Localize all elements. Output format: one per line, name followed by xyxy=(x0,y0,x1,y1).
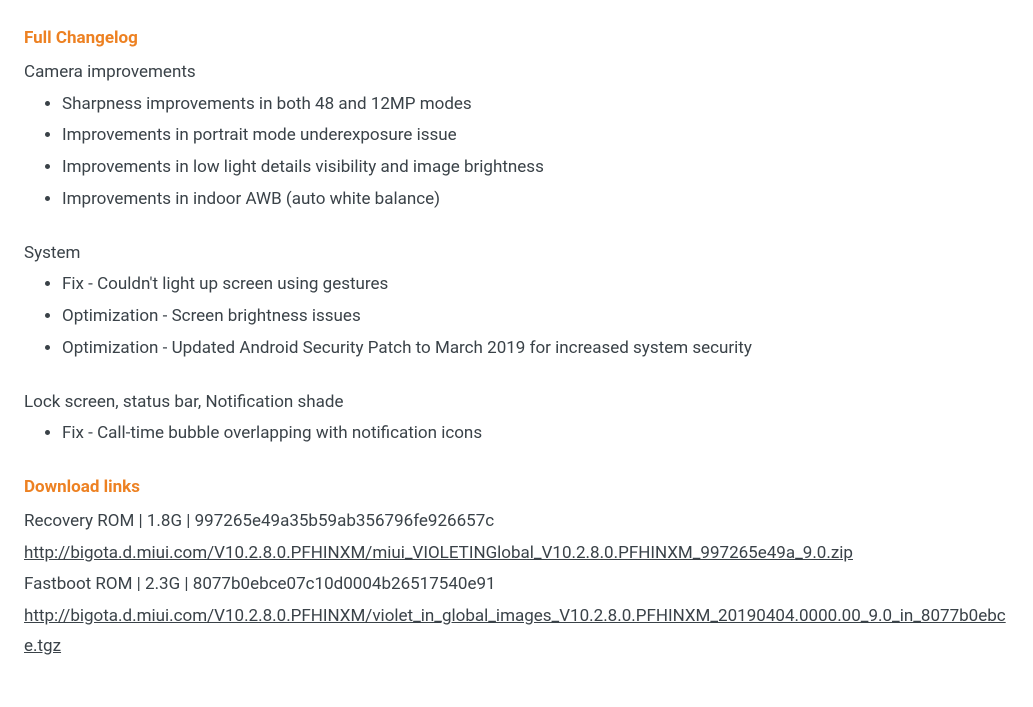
list-item: Improvements in low light details visibi… xyxy=(62,153,1009,183)
system-list: Fix - Couldn't light up screen using ges… xyxy=(24,270,1009,363)
camera-section-title: Camera improvements xyxy=(24,58,1009,88)
lockscreen-section-title: Lock screen, status bar, Notification sh… xyxy=(24,388,1009,418)
recovery-rom-link[interactable]: http://bigota.d.miui.com/V10.2.8.0.PFHIN… xyxy=(24,539,853,569)
downloads-heading: Download links xyxy=(24,473,1009,503)
list-item: Improvements in indoor AWB (auto white b… xyxy=(62,185,1009,215)
list-item: Optimization - Updated Android Security … xyxy=(62,334,1009,364)
recovery-rom-label: Recovery ROM | 1.8G | 997265e49a35b59ab3… xyxy=(24,507,1009,537)
fastboot-rom-link[interactable]: http://bigota.d.miui.com/V10.2.8.0.PFHIN… xyxy=(24,602,1009,662)
changelog-heading: Full Changelog xyxy=(24,24,1009,54)
list-item: Optimization - Screen brightness issues xyxy=(62,302,1009,332)
camera-list: Sharpness improvements in both 48 and 12… xyxy=(24,90,1009,215)
list-item: Improvements in portrait mode underexpos… xyxy=(62,121,1009,151)
list-item: Fix - Call-time bubble overlapping with … xyxy=(62,419,1009,449)
list-item: Sharpness improvements in both 48 and 12… xyxy=(62,90,1009,120)
lockscreen-list: Fix - Call-time bubble overlapping with … xyxy=(24,419,1009,449)
system-section-title: System xyxy=(24,239,1009,269)
list-item: Fix - Couldn't light up screen using ges… xyxy=(62,270,1009,300)
fastboot-rom-label: Fastboot ROM | 2.3G | 8077b0ebce07c10d00… xyxy=(24,570,1009,600)
